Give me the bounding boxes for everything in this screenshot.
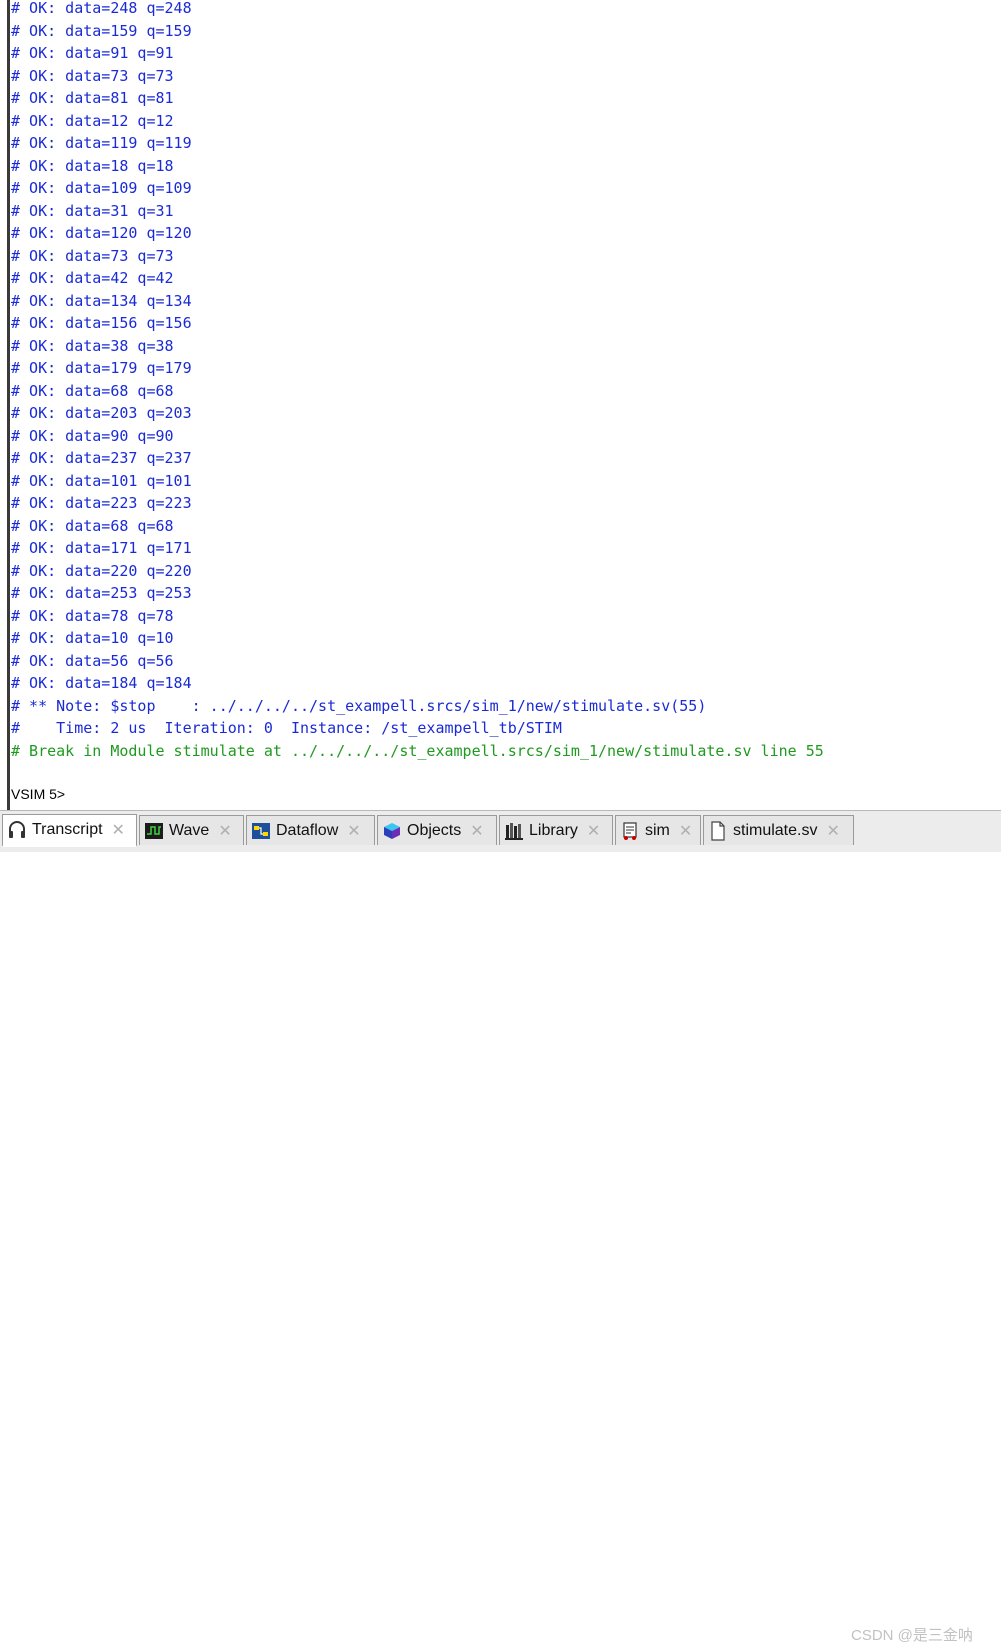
transcript-line: # OK: data=91 q=91 <box>11 44 174 62</box>
transcript-line: # OK: data=18 q=18 <box>11 156 174 175</box>
transcript-line: # OK: data=156 q=156 <box>11 314 192 332</box>
transcript-line: # OK: data=184 q=184 <box>11 674 192 692</box>
transcript-line: # OK: data=248 q=248 <box>11 0 192 17</box>
transcript-line: # OK: data=253 q=253 <box>11 584 192 602</box>
transcript-line: # OK: data=179 q=179 <box>11 359 192 377</box>
library-icon <box>504 821 524 841</box>
tab-transcript[interactable]: Transcript ✕ <box>2 814 137 847</box>
transcript-line: # OK: data=90 q=90 <box>11 426 174 445</box>
transcript-line: # OK: data=68 q=68 <box>11 516 174 535</box>
close-icon[interactable]: ✕ <box>826 821 839 841</box>
transcript-output: # OK: data=248 q=248 # OK: data=159 q=159… <box>11 0 824 762</box>
transcript-line: # OK: data=237 q=237 <box>11 449 192 467</box>
tab-label: Wave <box>169 821 210 839</box>
close-icon[interactable]: ✕ <box>347 821 360 841</box>
close-icon[interactable]: ✕ <box>218 821 231 841</box>
pane-left-border <box>7 0 10 810</box>
transcript-line: # OK: data=223 q=223 <box>11 494 192 512</box>
transcript-line: # Break in Module stimulate at ../../../… <box>11 741 824 760</box>
transcript-line: # ** Note: $stop : ../../../../st_exampe… <box>11 696 707 715</box>
tab-library[interactable]: Library ✕ <box>499 815 613 845</box>
close-icon[interactable]: ✕ <box>112 820 125 840</box>
transcript-line: # OK: data=38 q=38 <box>11 336 174 355</box>
transcript-line: # OK: data=73 q=73 <box>11 66 174 85</box>
dataflow-icon <box>251 821 271 841</box>
transcript-line: # OK: data=203 q=203 <box>11 404 192 422</box>
tab-sim[interactable]: sim ✕ <box>615 815 701 845</box>
tab-label: Transcript <box>32 821 103 838</box>
headset-icon <box>7 820 27 840</box>
tab-label: Library <box>529 821 578 839</box>
tab-label: sim <box>645 821 670 839</box>
tab-label: Dataflow <box>276 821 339 839</box>
close-icon[interactable]: ✕ <box>470 821 483 841</box>
wave-icon <box>144 821 164 841</box>
transcript-line: # OK: data=78 q=78 <box>11 606 174 625</box>
transcript-line: # OK: data=134 q=134 <box>11 291 192 310</box>
transcript-line: # OK: data=10 q=10 <box>11 629 174 647</box>
tab-dataflow[interactable]: Dataflow ✕ <box>246 815 375 845</box>
transcript-line: # OK: data=81 q=81 <box>11 89 174 107</box>
sim-icon <box>620 821 640 841</box>
transcript-line: # OK: data=42 q=42 <box>11 269 174 287</box>
transcript-line: # OK: data=31 q=31 <box>11 201 174 220</box>
transcript-line: # OK: data=109 q=109 <box>11 179 192 197</box>
tab-bar: Transcript ✕ Wave ✕ Dataflow ✕ Objects ✕… <box>0 810 1001 1644</box>
tab-label: Objects <box>407 821 462 839</box>
file-icon <box>708 820 728 841</box>
transcript-line: # Time: 2 us Iteration: 0 Instance: /st_… <box>11 719 562 737</box>
transcript-line: # OK: data=73 q=73 <box>11 246 174 265</box>
transcript-pane[interactable]: # OK: data=248 q=248 # OK: data=159 q=159… <box>0 0 1001 810</box>
transcript-line: # OK: data=68 q=68 <box>11 381 174 400</box>
transcript-line: # OK: data=220 q=220 <box>11 561 192 580</box>
close-icon[interactable]: ✕ <box>679 821 692 841</box>
tab-label: stimulate.sv <box>733 821 818 839</box>
close-icon[interactable]: ✕ <box>587 821 600 841</box>
transcript-line: # OK: data=171 q=171 <box>11 539 192 557</box>
transcript-line: # OK: data=101 q=101 <box>11 471 192 490</box>
tab-objects[interactable]: Objects ✕ <box>377 815 497 845</box>
watermark: CSDN @是三金呐 <box>851 1627 973 1644</box>
tab-stimulate-sv[interactable]: stimulate.sv ✕ <box>703 815 854 845</box>
transcript-line: # OK: data=120 q=120 <box>11 224 192 242</box>
transcript-line: # OK: data=119 q=119 <box>11 134 192 152</box>
objects-icon <box>382 821 402 841</box>
transcript-line: # OK: data=12 q=12 <box>11 111 174 130</box>
tab-wave[interactable]: Wave ✕ <box>139 815 244 845</box>
command-prompt[interactable]: VSIM 5> <box>11 785 65 803</box>
transcript-line: # OK: data=159 q=159 <box>11 21 192 40</box>
transcript-line: # OK: data=56 q=56 <box>11 651 174 670</box>
